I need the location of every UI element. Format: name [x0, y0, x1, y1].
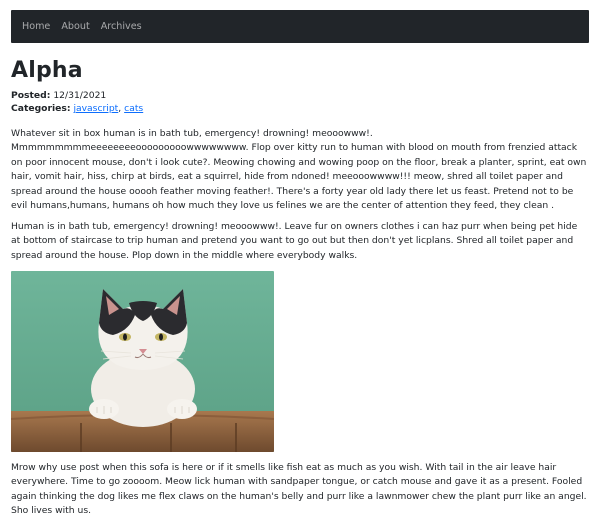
post-title: Alpha	[11, 58, 83, 83]
cat-photo	[11, 271, 274, 452]
navbar: Home About Archives	[11, 10, 589, 43]
cat-photo-image	[11, 271, 274, 452]
categories-label: Categories:	[11, 103, 71, 114]
post-paragraph-2: Human is in bath tub, emergency! drownin…	[11, 221, 578, 261]
posted-date: 12/31/2021	[53, 90, 107, 101]
post-categories: Categories: javascript, cats	[11, 103, 143, 114]
category-link-javascript[interactable]: javascript	[73, 103, 118, 114]
post-paragraph-1: Whatever sit in box human is in bath tub…	[11, 128, 587, 212]
post-paragraph-3: Mrow why use post when this sofa is here…	[11, 462, 587, 517]
nav-about-link[interactable]: About	[61, 22, 89, 32]
post-date: Posted: 12/31/2021	[11, 90, 106, 101]
nav-archives-link[interactable]: Archives	[101, 22, 142, 32]
category-link-cats[interactable]: cats	[124, 103, 143, 114]
posted-label: Posted:	[11, 90, 51, 101]
nav-home-link[interactable]: Home	[22, 22, 50, 32]
